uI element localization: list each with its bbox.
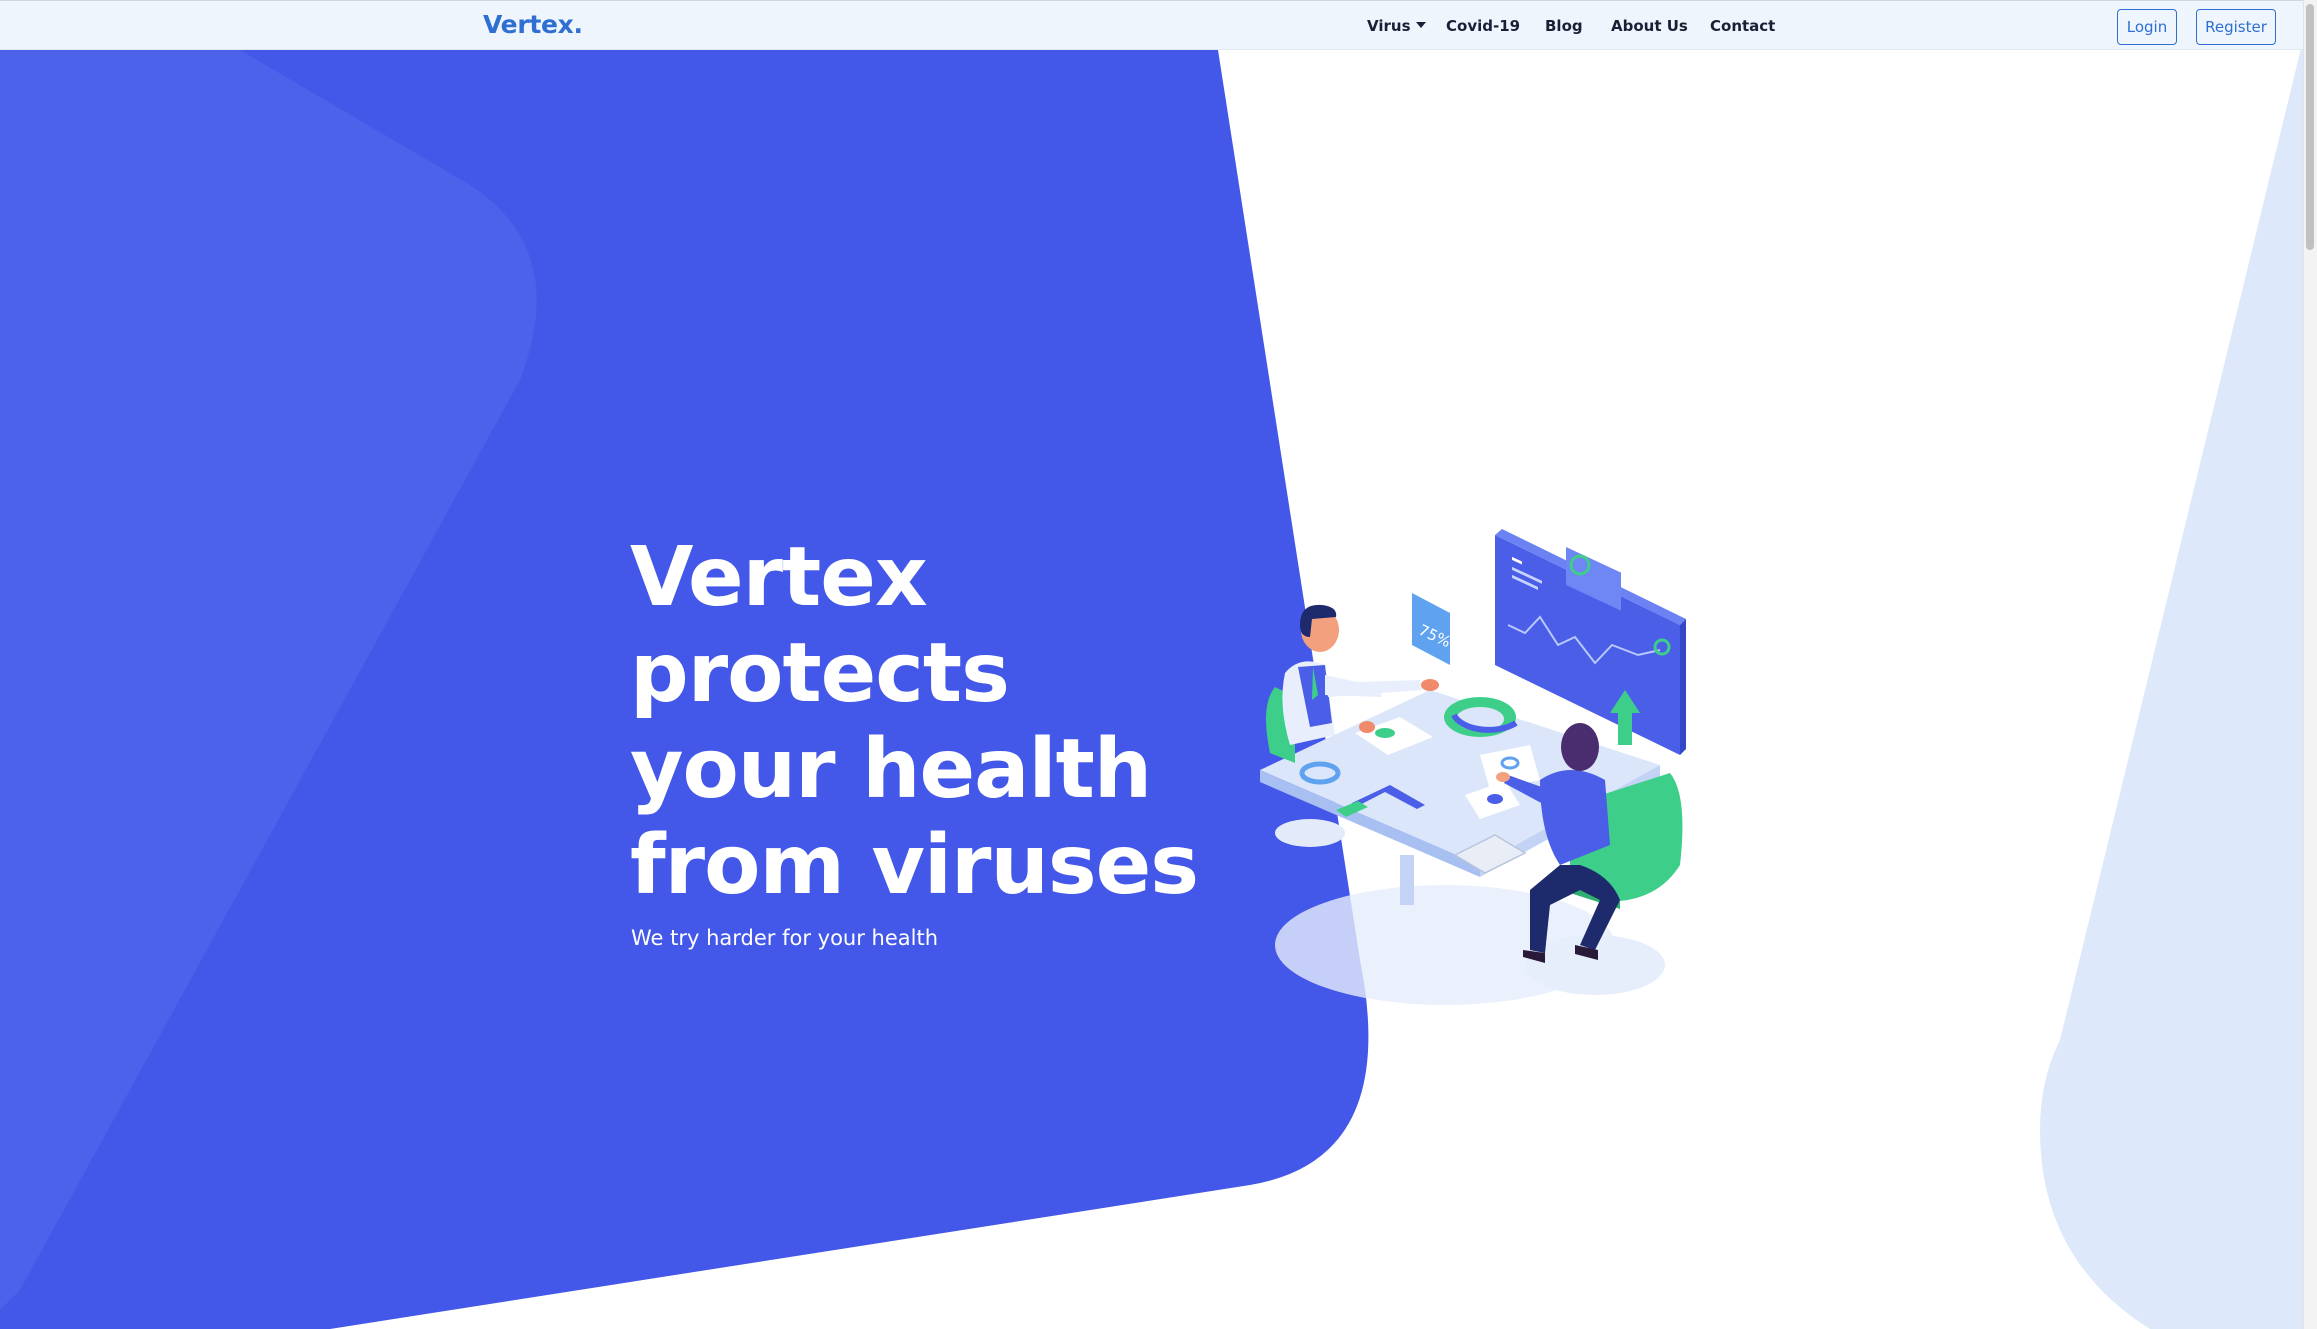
hero-title: Vertex protects your health from viruses	[630, 530, 1250, 914]
meeting-illustration: 75%	[1260, 529, 1686, 1005]
right-person-head	[1561, 723, 1599, 771]
right-light-shape	[2040, 40, 2303, 1329]
navbar: Vertex. Virus Covid-19 Blog About Us Con…	[0, 0, 2303, 50]
nav-item-virus-label: Virus	[1367, 17, 1411, 35]
hero-title-line-3: your health	[630, 722, 1152, 817]
nav-item-covid-19[interactable]: Covid-19	[1446, 17, 1520, 35]
page: Vertex. Virus Covid-19 Blog About Us Con…	[0, 0, 2317, 1329]
hero-title-line-1: Vertex	[630, 530, 928, 625]
nav-item-contact[interactable]: Contact	[1710, 17, 1775, 35]
table-leg	[1400, 855, 1414, 905]
brand-logo[interactable]: Vertex.	[483, 10, 583, 39]
caret-down-icon	[1415, 21, 1426, 28]
nav-item-about-us[interactable]: About Us	[1611, 17, 1688, 35]
hero-title-line-2: protects	[630, 626, 1010, 721]
scrollbar-thumb[interactable]	[2306, 4, 2314, 250]
dashboard-screen-side	[1680, 619, 1686, 755]
hero-subtitle: We try harder for your health	[631, 926, 939, 950]
nav-item-virus[interactable]: Virus	[1367, 17, 1426, 35]
hero-title-line-4: from viruses	[630, 818, 1199, 913]
nav-item-blog[interactable]: Blog	[1545, 17, 1583, 35]
register-button[interactable]: Register	[2196, 9, 2276, 45]
login-button[interactable]: Login	[2117, 9, 2177, 45]
